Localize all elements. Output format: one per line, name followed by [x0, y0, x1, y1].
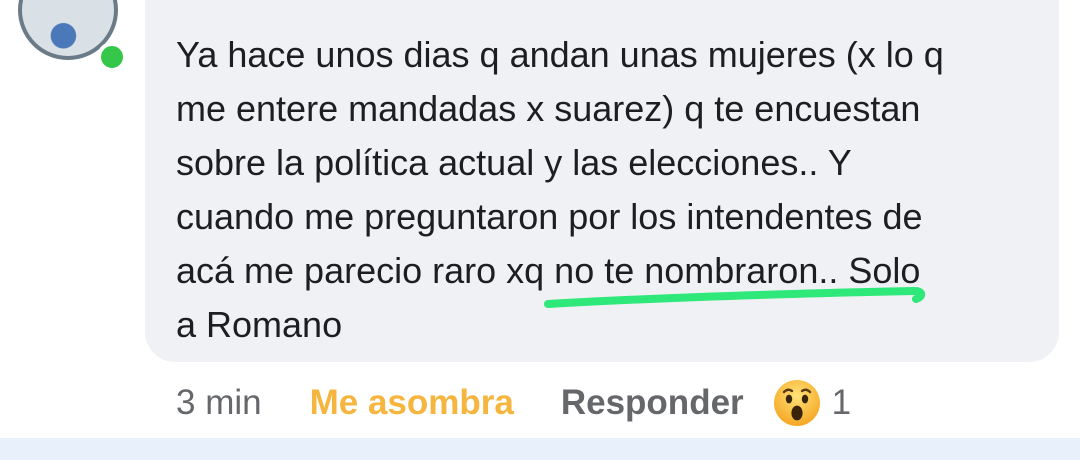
reaction-count: 1: [831, 383, 852, 422]
wow-emoji-icon: [773, 380, 820, 426]
comment-line: Ya hace unos dias q andan unas mujeres (…: [176, 34, 944, 75]
comment-actions: 3 min Me asombra Responder 1: [176, 380, 851, 426]
comment-timestamp[interactable]: 3 min: [176, 383, 262, 423]
comment-line: sobre la política actual y las eleccione…: [176, 142, 852, 183]
reply-composer-bar[interactable]: [0, 438, 1080, 460]
online-status-dot: [97, 42, 127, 72]
comment-line: me entere mandadas x suarez) q te encues…: [176, 88, 921, 129]
highlight-underline: [544, 286, 926, 308]
comment-line: cuando me preguntaron por los intendente…: [176, 196, 923, 237]
reply-button[interactable]: Responder: [561, 383, 744, 423]
reaction-summary[interactable]: 1: [772, 378, 851, 428]
comment-line: a Romano: [176, 304, 343, 345]
reaction-button[interactable]: Me asombra: [310, 383, 514, 423]
